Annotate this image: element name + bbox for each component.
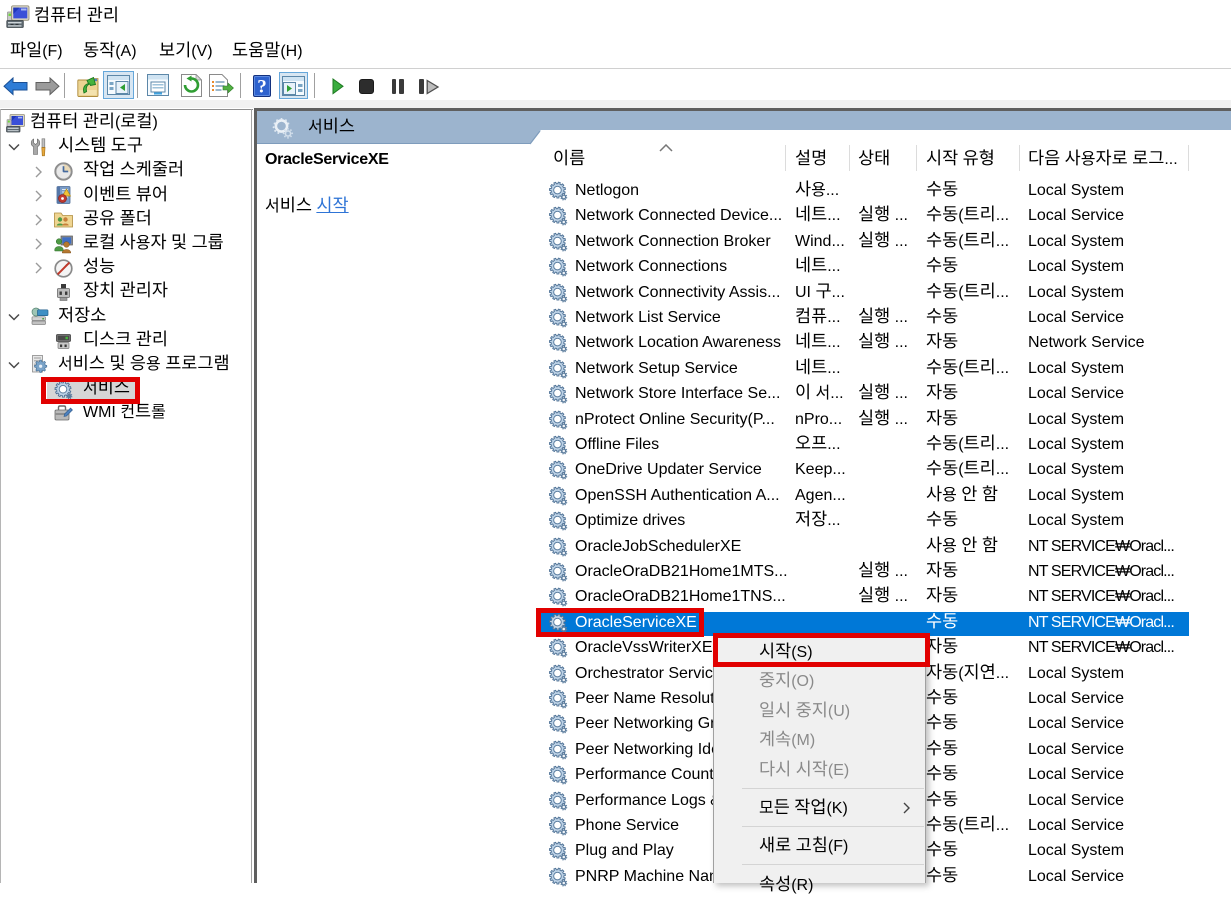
svg-text:?: ? bbox=[257, 76, 267, 97]
